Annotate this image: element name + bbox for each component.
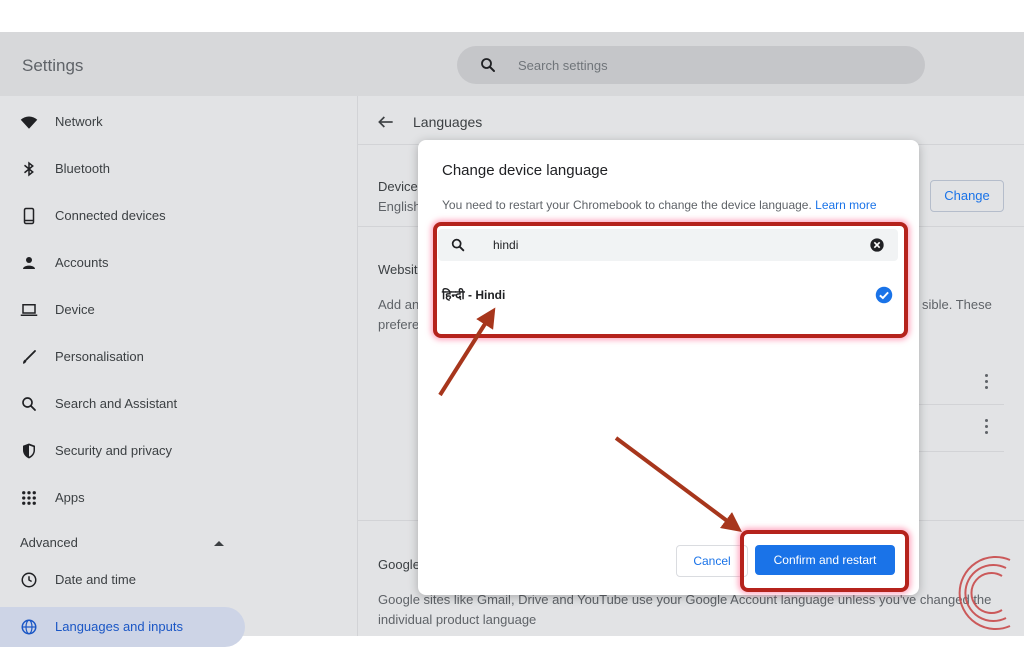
sidebar-item-label: Device bbox=[55, 302, 95, 317]
change-language-button[interactable]: Change bbox=[930, 180, 1004, 212]
bluetooth-icon bbox=[24, 161, 34, 177]
sidebar-item-label: Security and privacy bbox=[55, 443, 173, 458]
sidebar-item-label: Languages and inputs bbox=[55, 619, 183, 634]
sidebar-item-personalisation[interactable]: Personalisation bbox=[0, 337, 245, 377]
sidebar-item-network[interactable]: Network bbox=[0, 102, 245, 142]
sidebar: Network Bluetooth Connected devices Acco… bbox=[0, 96, 357, 647]
website-languages-desc-start: Add an bbox=[378, 297, 420, 312]
device-language-value: English bbox=[378, 199, 421, 214]
brush-icon bbox=[23, 350, 36, 364]
learn-more-link[interactable]: Learn more bbox=[815, 198, 876, 212]
dialog-description-text: You need to restart your Chromebook to c… bbox=[442, 198, 812, 212]
sidebar-item-bluetooth[interactable]: Bluetooth bbox=[0, 149, 245, 189]
more-vert-icon[interactable] bbox=[985, 374, 989, 392]
wifi-icon bbox=[20, 116, 38, 129]
sidebar-item-accounts[interactable]: Accounts bbox=[0, 243, 245, 283]
sidebar-item-label: Apps bbox=[55, 490, 85, 505]
clock-icon bbox=[21, 572, 37, 588]
sidebar-item-label: Search and Assistant bbox=[55, 396, 178, 411]
globe-icon bbox=[21, 619, 37, 635]
dialog-description: You need to restart your Chromebook to c… bbox=[442, 198, 877, 212]
top-strip bbox=[0, 0, 1024, 32]
sidebar-item-search-assistant[interactable]: Search and Assistant bbox=[0, 384, 245, 424]
search-icon bbox=[22, 397, 36, 411]
sidebar-item-label: Network bbox=[55, 114, 103, 129]
sidebar-item-connected-devices[interactable]: Connected devices bbox=[0, 196, 245, 236]
arrow-left-icon[interactable] bbox=[376, 112, 396, 132]
sidebar-item-label: Personalisation bbox=[55, 349, 144, 364]
sidebar-item-apps[interactable]: Apps bbox=[0, 478, 245, 518]
sidebar-item-label: Date and time bbox=[55, 572, 136, 587]
sidebar-item-security-privacy[interactable]: Security and privacy bbox=[0, 431, 245, 471]
search-settings-field[interactable]: Search settings bbox=[457, 46, 925, 84]
person-icon bbox=[23, 257, 35, 269]
website-languages-label: Websit bbox=[378, 262, 418, 277]
phone-icon bbox=[23, 207, 35, 225]
highlight-box-search bbox=[433, 222, 908, 338]
more-vert-icon[interactable] bbox=[985, 419, 989, 437]
device-language-label: Device bbox=[378, 179, 418, 194]
change-device-language-dialog: Change device language You need to resta… bbox=[418, 140, 919, 595]
laptop-icon bbox=[20, 304, 38, 316]
sidebar-item-label: Connected devices bbox=[55, 208, 166, 223]
sidebar-item-label: Bluetooth bbox=[55, 161, 110, 176]
search-placeholder: Search settings bbox=[518, 58, 608, 73]
sidebar-item-date-time[interactable]: Date and time bbox=[0, 560, 245, 600]
google-account-language-label: Google bbox=[378, 557, 420, 572]
list-divider bbox=[918, 451, 1004, 452]
shield-icon bbox=[23, 443, 35, 459]
google-account-language-desc-line2: individual product language bbox=[378, 612, 537, 627]
website-languages-desc-end: sible. These bbox=[922, 297, 992, 312]
list-divider bbox=[918, 404, 1004, 405]
dialog-title: Change device language bbox=[442, 162, 608, 179]
sidebar-item-device[interactable]: Device bbox=[0, 290, 245, 330]
highlight-box-confirm bbox=[740, 530, 909, 592]
app-title: Settings bbox=[22, 56, 84, 75]
sidebar-item-languages-inputs[interactable]: Languages and inputs bbox=[0, 607, 245, 647]
sidebar-item-label: Accounts bbox=[55, 255, 109, 270]
caret-up-icon[interactable] bbox=[214, 541, 224, 546]
cancel-button[interactable]: Cancel bbox=[676, 545, 748, 577]
header: Settings Search settings bbox=[0, 32, 1024, 96]
grid-icon bbox=[22, 491, 36, 505]
website-languages-desc-line2: prefere bbox=[378, 317, 420, 332]
search-icon bbox=[481, 58, 495, 72]
page-title: Languages bbox=[413, 114, 483, 130]
advanced-section-toggle[interactable]: Advanced bbox=[20, 535, 78, 550]
